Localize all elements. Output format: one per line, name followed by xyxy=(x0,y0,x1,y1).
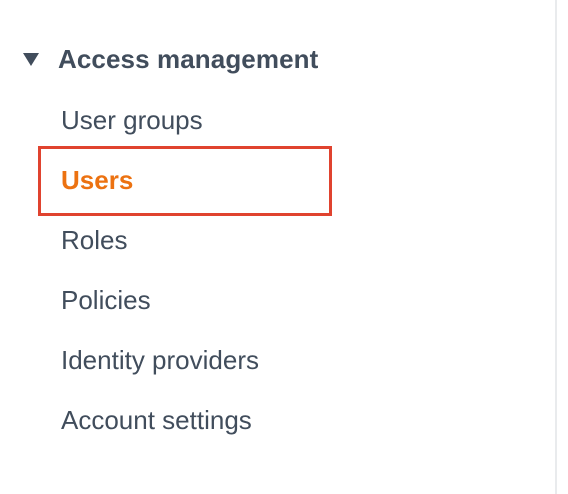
sidebar-item-users[interactable]: Users xyxy=(61,160,133,200)
sidebar-item-account-settings[interactable]: Account settings xyxy=(61,400,252,440)
sidebar-item-identity-providers[interactable]: Identity providers xyxy=(61,340,259,380)
sidebar-item-user-groups[interactable]: User groups xyxy=(61,100,203,140)
navigation-sidebar: Access management User groups Users Role… xyxy=(0,0,556,494)
access-management-toggle[interactable]: Access management xyxy=(22,40,318,78)
sidebar-item-policies[interactable]: Policies xyxy=(61,280,151,320)
caret-down-icon xyxy=(22,51,40,67)
sidebar-divider xyxy=(555,0,557,494)
section-title: Access management xyxy=(58,43,319,74)
sidebar-item-roles[interactable]: Roles xyxy=(61,220,127,260)
